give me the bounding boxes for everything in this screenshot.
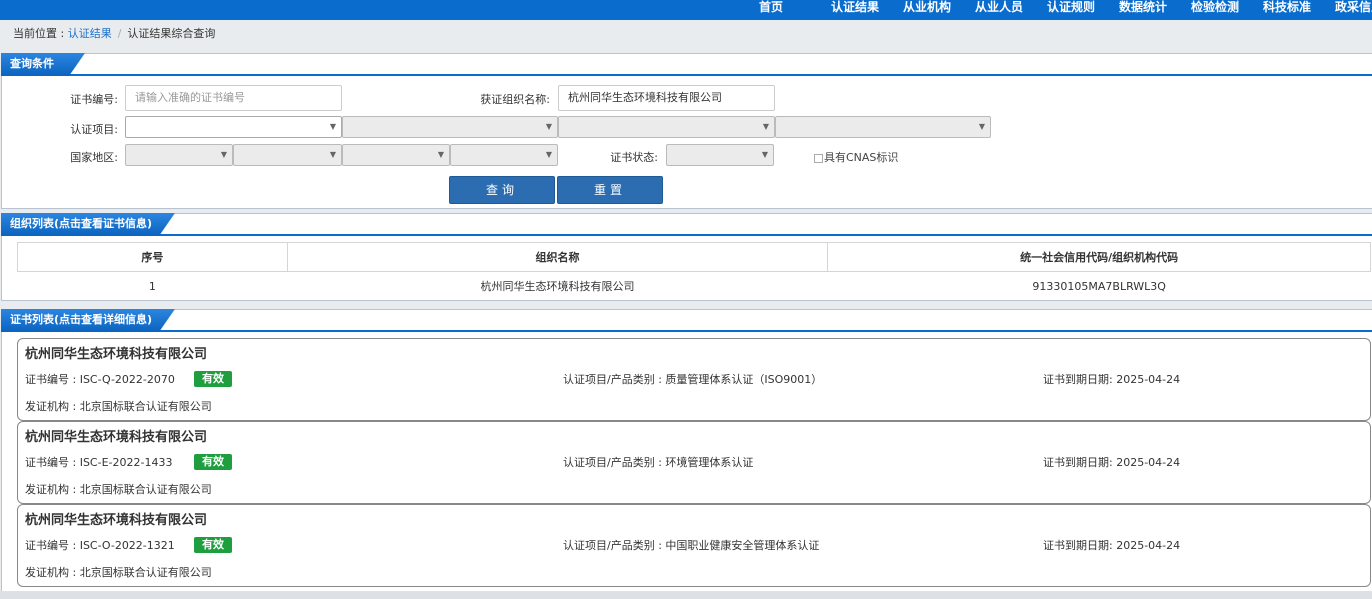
query-panel: 查询条件 证书编号: 请输入准确的证书编号 获证组织名称: 杭州同华生态环境科技… xyxy=(1,53,1372,209)
cert-org-name: 杭州同华生态环境科技有限公司 xyxy=(25,430,208,445)
main-nav: 首页 认证结果 从业机构 从业人员 认证规则 数据统计 检验检测 科技标准 政采… xyxy=(757,0,1372,20)
project-label: 认证项目: xyxy=(70,123,118,136)
region-select-4[interactable]: ▼ xyxy=(450,144,558,166)
breadcrumb-current: 认证结果综合查询 xyxy=(127,27,216,40)
cert-no-label: 证书编号: xyxy=(70,93,118,106)
project-select-1[interactable]: ▼ xyxy=(125,116,342,138)
nav-standards[interactable]: 科技标准 xyxy=(1261,0,1333,20)
table-row[interactable]: 1 杭州同华生态环境科技有限公司 91330105MA7BLRWL3Q xyxy=(18,272,1371,301)
org-name-input[interactable]: 杭州同华生态环境科技有限公司 xyxy=(558,85,775,111)
project-select-2[interactable]: ▼ xyxy=(342,116,558,138)
org-col-name: 组织名称 xyxy=(286,242,829,272)
chevron-down-icon: ▼ xyxy=(545,150,552,159)
top-nav-bar: 首页 认证结果 从业机构 从业人员 认证规则 数据统计 检验检测 科技标准 政采… xyxy=(0,0,1372,20)
org-col-index: 序号 xyxy=(17,242,288,272)
cnas-label: 具有CNAS标识 xyxy=(824,151,899,164)
chevron-down-icon: ▼ xyxy=(762,122,769,131)
org-table: 序号 组织名称 统一社会信用代码/组织机构代码 1 杭州同华生态环境科技有限公司… xyxy=(17,242,1371,301)
cnas-checkbox-group[interactable]: 具有CNAS标识 xyxy=(814,151,898,165)
region-select-2[interactable]: ▼ xyxy=(233,144,342,166)
breadcrumb-prefix: 当前位置 : xyxy=(13,27,68,40)
reset-button[interactable]: 重置 xyxy=(557,176,663,204)
cert-number: 证书编号 : ISC-O-2022-1321 xyxy=(25,539,175,552)
chevron-down-icon: ▼ xyxy=(220,150,227,159)
cert-card[interactable]: 杭州同华生态环境科技有限公司 证书编号 : ISC-O-2022-1321 有效… xyxy=(17,504,1371,587)
nav-inspection[interactable]: 检验检测 xyxy=(1189,0,1261,20)
org-list-title: 组织列表(点击查看证书信息) xyxy=(1,213,175,236)
nav-statistics[interactable]: 数据统计 xyxy=(1117,0,1189,20)
cert-expire-date: 证书到期日期: 2025-04-24 xyxy=(1043,456,1181,469)
breadcrumb-separator: / xyxy=(117,27,122,40)
cert-number: 证书编号 : ISC-E-2022-1433 xyxy=(25,456,173,469)
region-select-3[interactable]: ▼ xyxy=(342,144,450,166)
cert-expire-date: 证书到期日期: 2025-04-24 xyxy=(1043,539,1181,552)
cert-list-title: 证书列表(点击查看详细信息) xyxy=(1,309,175,332)
cert-card[interactable]: 杭州同华生态环境科技有限公司 证书编号 : ISC-E-2022-1433 有效… xyxy=(17,421,1371,504)
query-panel-title: 查询条件 xyxy=(1,53,85,76)
cert-list-panel: 证书列表(点击查看详细信息) 杭州同华生态环境科技有限公司 证书编号 : ISC… xyxy=(1,309,1372,591)
cert-org-name: 杭州同华生态环境科技有限公司 xyxy=(25,513,208,528)
cert-project: 认证项目/产品类别 : 环境管理体系认证 xyxy=(563,456,754,469)
nav-procurement[interactable]: 政采信息 xyxy=(1333,0,1372,20)
cert-card[interactable]: 杭州同华生态环境科技有限公司 证书编号 : ISC-Q-2022-2070 有效… xyxy=(17,338,1371,421)
status-badge: 有效 xyxy=(194,371,232,387)
cnas-checkbox[interactable] xyxy=(814,153,823,163)
nav-home[interactable]: 首页 xyxy=(757,0,829,20)
cert-org-name: 杭州同华生态环境科技有限公司 xyxy=(25,347,208,362)
cert-number: 证书编号 : ISC-Q-2022-2070 xyxy=(25,373,175,386)
cert-expire-date: 证书到期日期: 2025-04-24 xyxy=(1043,373,1181,386)
status-label: 证书状态: xyxy=(610,151,658,164)
cert-issuer: 发证机构 : 北京国标联合认证有限公司 xyxy=(25,483,212,496)
cert-no-input[interactable]: 请输入准确的证书编号 xyxy=(125,85,342,111)
status-badge: 有效 xyxy=(194,454,232,470)
status-badge: 有效 xyxy=(194,537,232,553)
org-table-header-row: 序号 组织名称 统一社会信用代码/组织机构代码 xyxy=(17,242,1371,272)
cert-list-header: 证书列表(点击查看详细信息) xyxy=(2,310,1372,332)
status-select[interactable]: ▼ xyxy=(666,144,774,166)
org-list-header: 组织列表(点击查看证书信息) xyxy=(2,214,1372,236)
region-select-1[interactable]: ▼ xyxy=(125,144,233,166)
cert-issuer: 发证机构 : 北京国标联合认证有限公司 xyxy=(25,400,212,413)
org-name-label: 获证组织名称: xyxy=(480,93,550,106)
org-row-name[interactable]: 杭州同华生态环境科技有限公司 xyxy=(287,272,828,301)
breadcrumb: 当前位置 : 认证结果 / 认证结果综合查询 xyxy=(13,27,215,41)
nav-cert-rules[interactable]: 认证规则 xyxy=(1045,0,1117,20)
region-label: 国家地区: xyxy=(70,151,118,164)
cert-project: 认证项目/产品类别 : 中国职业健康安全管理体系认证 xyxy=(563,539,820,552)
cert-issuer: 发证机构 : 北京国标联合认证有限公司 xyxy=(25,566,212,579)
chevron-down-icon: ▼ xyxy=(545,122,552,131)
query-panel-header: 查询条件 xyxy=(2,54,1372,76)
nav-institutions[interactable]: 从业机构 xyxy=(901,0,973,20)
cert-project: 认证项目/产品类别 : 质量管理体系认证（ISO9001） xyxy=(563,373,823,386)
org-row-index: 1 xyxy=(148,279,156,293)
project-select-4[interactable]: ▼ xyxy=(775,116,991,138)
nav-cert-results[interactable]: 认证结果 xyxy=(829,0,901,20)
chevron-down-icon: ▼ xyxy=(329,150,336,159)
chevron-down-icon: ▼ xyxy=(761,150,768,159)
page-bottom-strip xyxy=(0,591,1372,599)
org-col-code: 统一社会信用代码/组织机构代码 xyxy=(827,242,1371,272)
query-button[interactable]: 查询 xyxy=(449,176,555,204)
nav-practitioners[interactable]: 从业人员 xyxy=(973,0,1045,20)
chevron-down-icon: ▼ xyxy=(329,122,336,131)
chevron-down-icon: ▼ xyxy=(978,122,985,131)
breadcrumb-link-cert-results[interactable]: 认证结果 xyxy=(68,27,112,40)
org-list-panel: 组织列表(点击查看证书信息) 序号 组织名称 统一社会信用代码/组织机构代码 1… xyxy=(1,213,1372,301)
chevron-down-icon: ▼ xyxy=(437,150,444,159)
project-select-3[interactable]: ▼ xyxy=(558,116,775,138)
org-row-code: 91330105MA7BLRWL3Q xyxy=(1032,279,1166,293)
